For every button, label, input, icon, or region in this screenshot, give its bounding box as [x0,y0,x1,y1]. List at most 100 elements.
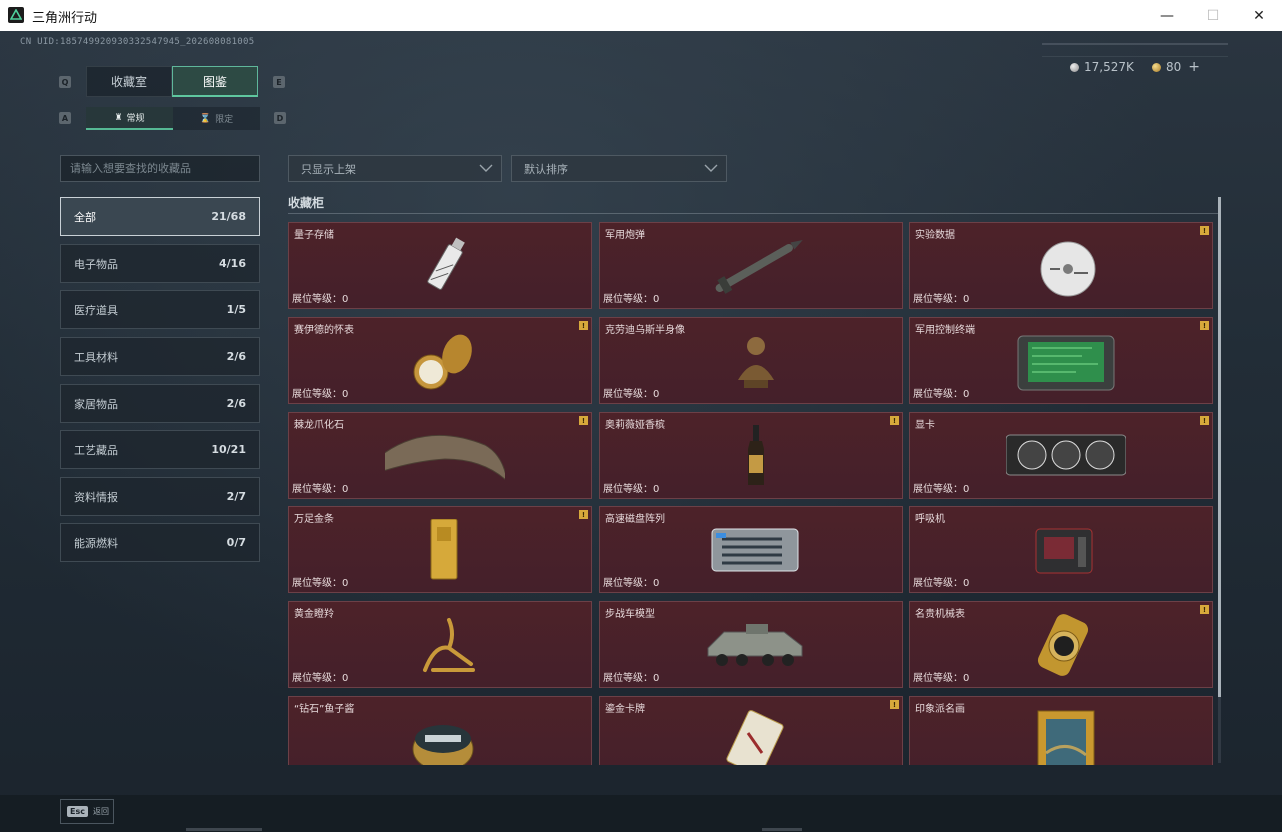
missile-icon [715,240,803,294]
category-crafts[interactable]: 工艺藏品 10/21 [60,430,260,469]
esc-key-hint: Esc [67,806,88,817]
collectible-search-input[interactable] [60,155,260,182]
add-currency-button[interactable]: + [1188,59,1200,75]
card-impressionist-painting[interactable]: 印象派名画 [909,696,1213,765]
category-label: 资料情报 [74,490,118,504]
category-count: 2/7 [226,490,246,503]
card-name: 棘龙爪化石 [294,420,344,431]
card-level: 展位等级：0 [292,389,349,400]
card-level: 展位等级：0 [603,578,660,589]
caviar-tin-icon [412,725,474,765]
category-count: 10/21 [211,443,246,456]
key-hint-a: A [59,112,71,124]
cabinet-divider [288,213,1218,214]
card-quantum-storage[interactable]: 量子存储 展位等级：0 [288,222,592,309]
bottom-indicator [186,828,262,831]
card-level: 展位等级：0 [913,389,970,400]
new-badge-icon: ! [890,700,899,709]
card-name: 克劳迪乌斯半身像 [605,325,685,336]
disk-array-icon [711,528,799,572]
new-badge-icon: ! [1200,226,1209,235]
card-control-terminal[interactable]: 军用控制终端 ! 展位等级：0 [909,317,1213,404]
category-household[interactable]: 家居物品 2/6 [60,384,260,423]
card-level: 展位等级：0 [913,294,970,305]
subtab-regular-label: 常规 [126,114,145,124]
gold-bar-icon [430,519,458,580]
card-ifv-model[interactable]: 步战车模型 展位等级：0 [599,601,903,688]
app-logo-icon [8,7,24,23]
new-badge-icon: ! [1200,321,1209,330]
key-hint-e: E [273,76,285,88]
category-label: 能源燃料 [74,536,118,550]
card-name: “钻石”鱼子酱 [294,704,355,715]
scrollbar-thumb[interactable] [1218,197,1221,697]
card-pocket-watch[interactable]: 赛伊德的怀表 ! 展位等级：0 [288,317,592,404]
category-all[interactable]: 全部 21/68 [60,197,260,236]
champagne-bottle-icon [748,425,764,485]
tab-collection-room[interactable]: 收藏室 [86,66,172,97]
armored-vehicle-icon [707,624,803,666]
regular-icon: ♜ [114,112,123,123]
maximize-button[interactable]: ☐ [1190,0,1236,31]
category-fuel[interactable]: 能源燃料 0/7 [60,523,260,562]
subtab-regular[interactable]: ♜ 常规 [86,107,173,130]
gpu-icon [1006,434,1126,476]
new-badge-icon: ! [890,416,899,425]
silver-coin-icon [1070,62,1079,72]
card-golden-gazelle[interactable]: 黄金瞪羚 展位等级：0 [288,601,592,688]
card-graphics-card[interactable]: 显卡 ! 展位等级：0 [909,412,1213,499]
back-button[interactable]: Esc 返回 [60,799,114,824]
bust-statue-icon [738,337,774,388]
sort-value: 默认排序 [524,162,568,176]
subtab-limited[interactable]: ⌛ 限定 [173,107,260,130]
card-champagne[interactable]: 奥莉薇娅香槟 ! 展位等级：0 [599,412,903,499]
new-badge-icon: ! [1200,605,1209,614]
user-uid: CN UID:185749920930332547945_20260808100… [20,37,255,47]
card-luxury-watch[interactable]: 名贵机械表 ! 展位等级：0 [909,601,1213,688]
card-name: 印象派名画 [915,704,965,715]
category-medical[interactable]: 医疗道具 1/5 [60,290,260,329]
card-ventilator[interactable]: 呼吸机 展位等级：0 [909,506,1213,593]
cabinet-title: 收藏柜 [288,196,325,210]
card-level: 展位等级：0 [913,484,970,495]
category-count: 2/6 [226,397,246,410]
tab-codex[interactable]: 图鉴 [172,66,258,97]
card-claw-fossil[interactable]: 棘龙爪化石 ! 展位等级：0 [288,412,592,499]
card-level: 展位等级：0 [292,673,349,684]
silver-amount: 17,527K [1084,60,1134,74]
window-titlebar: 三角洲行动 — ☐ ✕ [0,0,1282,32]
card-name: 军用炮弹 [605,230,645,241]
category-tools[interactable]: 工具材料 2/6 [60,337,260,376]
new-badge-icon: ! [579,321,588,330]
category-label: 电子物品 [74,257,118,271]
card-name: 实验数据 [915,230,955,241]
close-button[interactable]: ✕ [1236,0,1282,31]
collectible-grid: 量子存储 展位等级：0 军用炮弹 展位等级：0 实验数据 ! 展位等级：0 赛伊… [288,222,1214,765]
wristwatch-icon [1037,614,1089,676]
card-caviar[interactable]: “钻石”鱼子酱 [288,696,592,765]
card-military-shell[interactable]: 军用炮弹 展位等级：0 [599,222,903,309]
category-electronics[interactable]: 电子物品 4/16 [60,244,260,283]
card-level: 展位等级：0 [292,294,349,305]
card-level: 展位等级：0 [603,673,660,684]
card-experiment-data[interactable]: 实验数据 ! 展位等级：0 [909,222,1213,309]
subtab-limited-label: 限定 [215,115,234,125]
category-intel[interactable]: 资料情报 2/7 [60,477,260,516]
minimize-button[interactable]: — [1144,0,1190,31]
category-count: 4/16 [219,257,246,270]
card-gold-bar[interactable]: 万足金条 ! 展位等级：0 [288,506,592,593]
gold-coin-icon [1152,62,1161,72]
card-name: 黄金瞪羚 [294,609,334,620]
card-disk-array[interactable]: 高速磁盘阵列 展位等级：0 [599,506,903,593]
sort-dropdown[interactable]: 默认排序 [511,155,727,182]
card-level: 展位等级：0 [913,578,970,589]
gazelle-statue-icon [423,618,475,672]
card-name: 呼吸机 [915,514,945,525]
card-gilded-card[interactable]: 鎏金卡牌 ! [599,696,903,765]
card-claudius-bust[interactable]: 克劳迪乌斯半身像 展位等级：0 [599,317,903,404]
new-badge-icon: ! [579,416,588,425]
new-badge-icon: ! [579,510,588,519]
card-name: 奥莉薇娅香槟 [605,420,665,431]
category-count: 2/6 [226,350,246,363]
listing-filter-dropdown[interactable]: 只显示上架 [288,155,502,182]
